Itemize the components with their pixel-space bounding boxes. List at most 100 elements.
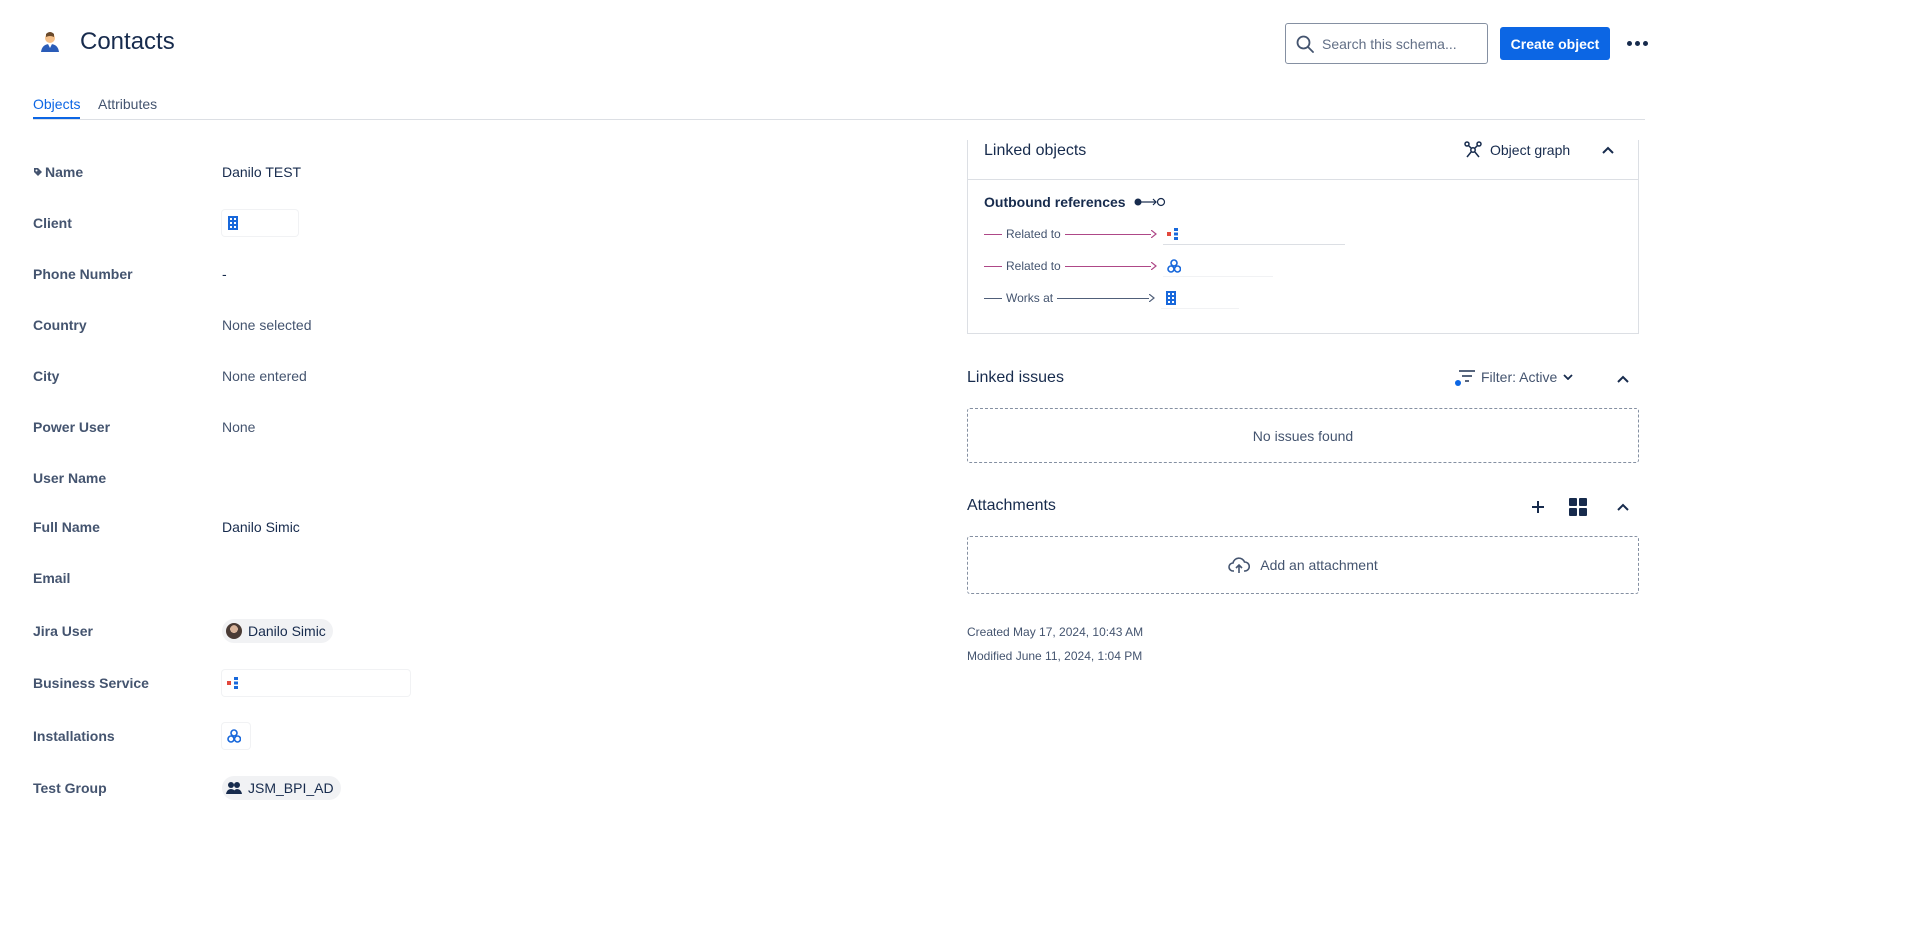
modified-timestamp: Modified June 11, 2024, 1:04 PM	[967, 649, 1143, 663]
attribute-value: JSM_BPI_AD	[222, 776, 341, 800]
attribute-value: None selected	[222, 317, 312, 333]
attribute-row-phone: Phone Number -	[33, 262, 533, 286]
attribute-row-installations: Installations	[33, 724, 533, 748]
attachment-dropzone[interactable]: Add an attachment	[967, 536, 1639, 594]
contact-person-icon	[41, 32, 59, 52]
attribute-row-business-service: Business Service	[33, 671, 533, 695]
grid-view-button[interactable]	[1567, 496, 1589, 518]
collapse-attachments-button[interactable]	[1613, 497, 1633, 517]
outbound-arrow-icon	[1134, 197, 1165, 207]
attribute-value	[222, 723, 250, 749]
attribute-label: Name	[33, 164, 222, 180]
client-reference-chip[interactable]	[222, 210, 298, 236]
attribute-label: Country	[33, 317, 87, 333]
reference-works-at[interactable]: Works at	[984, 287, 1240, 309]
tab-bar: Objects Attributes	[33, 94, 1645, 120]
tab-attributes[interactable]: Attributes	[98, 96, 157, 117]
attribute-value: Danilo TEST	[222, 164, 302, 180]
attribute-label: Test Group	[33, 780, 107, 796]
linked-objects-title: Linked objects	[984, 142, 1087, 159]
reference-target[interactable]	[1162, 255, 1273, 277]
cloud-upload-icon	[1228, 557, 1251, 573]
attribute-label: Power User	[33, 419, 111, 435]
attribute-label: Full Name	[33, 519, 100, 535]
linked-objects-header: Linked objects Object graph	[968, 140, 1638, 180]
add-attachment-text: Add an attachment	[1260, 557, 1378, 573]
attribute-row-full-name: Full Name Danilo Simic	[33, 515, 533, 539]
more-horizontal-icon	[1626, 41, 1632, 46]
attribute-row-email: Email	[33, 566, 533, 590]
chevron-down-icon	[1563, 374, 1573, 380]
chevron-up-icon	[1617, 375, 1629, 383]
attribute-value: Danilo Simic	[222, 519, 300, 535]
tag-icon	[34, 168, 42, 176]
business-service-reference-chip[interactable]	[222, 670, 410, 696]
attribute-label: Business Service	[33, 675, 149, 691]
arrow-right-icon	[1149, 294, 1156, 302]
attribute-label: City	[33, 368, 60, 384]
chevron-up-icon	[1617, 503, 1629, 511]
attribute-row-test-group: Test Group JSM_BPI_AD	[33, 776, 533, 800]
chevron-up-icon	[1602, 146, 1614, 154]
arrow-right-icon	[1150, 230, 1157, 238]
search-input[interactable]	[1322, 35, 1472, 52]
test-group-chip[interactable]: JSM_BPI_AD	[222, 776, 341, 800]
installation-icon	[1166, 258, 1181, 273]
more-actions-button[interactable]	[1622, 27, 1652, 60]
attribute-value: None	[222, 419, 256, 435]
installation-reference-chip[interactable]	[222, 723, 250, 749]
arrow-right-icon	[1150, 262, 1157, 270]
reference-related-to-service[interactable]: Related to	[984, 223, 1345, 245]
attribute-value: Danilo Simic	[222, 619, 333, 643]
reference-target[interactable]	[1162, 223, 1345, 245]
attribute-row-name: Name Danilo TEST	[33, 160, 533, 184]
jira-user-chip[interactable]: Danilo Simic	[222, 619, 333, 643]
schema-search[interactable]	[1285, 23, 1488, 64]
attribute-row-country: Country None selected	[33, 313, 533, 337]
reference-related-to-installation[interactable]: Related to	[984, 255, 1273, 277]
tab-objects[interactable]: Objects	[33, 96, 81, 119]
user-avatar	[226, 623, 242, 639]
collapse-linked-issues-button[interactable]	[1613, 369, 1633, 389]
collapse-linked-objects-button[interactable]	[1598, 140, 1618, 160]
attribute-row-city: City None entered	[33, 364, 533, 388]
installation-icon	[227, 729, 241, 743]
filter-icon	[1455, 370, 1475, 386]
attribute-label: Email	[33, 570, 71, 586]
attribute-row-client: Client	[33, 211, 533, 235]
service-icon	[227, 677, 238, 689]
building-icon	[1166, 290, 1177, 305]
attribute-label: Installations	[33, 728, 115, 744]
attribute-value: None entered	[222, 368, 307, 384]
outbound-references-heading: Outbound references	[984, 194, 1166, 210]
attribute-value: -	[222, 266, 227, 282]
attachments-title: Attachments	[967, 497, 1056, 514]
grid-icon	[1569, 498, 1587, 516]
page-title: Contacts	[80, 28, 175, 55]
page-header: Contacts Create object	[0, 0, 1914, 90]
plus-icon	[1532, 501, 1544, 513]
attribute-label: User Name	[33, 470, 107, 486]
building-icon	[228, 216, 238, 230]
service-icon	[1166, 227, 1178, 240]
attribute-value	[222, 670, 410, 696]
create-object-button[interactable]: Create object	[1500, 27, 1610, 60]
attribute-row-jira-user: Jira User Danilo Simic	[33, 619, 533, 643]
attribute-row-power-user: Power User None	[33, 415, 533, 439]
group-icon	[226, 782, 242, 794]
created-timestamp: Created May 17, 2024, 10:43 AM	[967, 625, 1144, 639]
object-graph-button[interactable]: Object graph	[1464, 141, 1570, 159]
search-icon	[1296, 35, 1314, 53]
object-graph-icon	[1464, 141, 1482, 158]
reference-target[interactable]	[1161, 287, 1240, 309]
attribute-row-user-name: User Name	[33, 466, 533, 490]
attribute-label: Jira User	[33, 623, 93, 639]
linked-issues-empty-box: No issues found	[967, 408, 1639, 463]
add-attachment-button[interactable]	[1527, 496, 1549, 518]
linked-objects-panel: Linked objects Object graph Outbound ref…	[967, 140, 1639, 334]
linked-issues-title: Linked issues	[967, 369, 1064, 386]
filter-active-button[interactable]: Filter: Active	[1455, 368, 1573, 386]
attribute-value	[222, 210, 298, 236]
no-issues-text: No issues found	[1252, 427, 1354, 444]
attribute-label: Client	[33, 215, 72, 231]
